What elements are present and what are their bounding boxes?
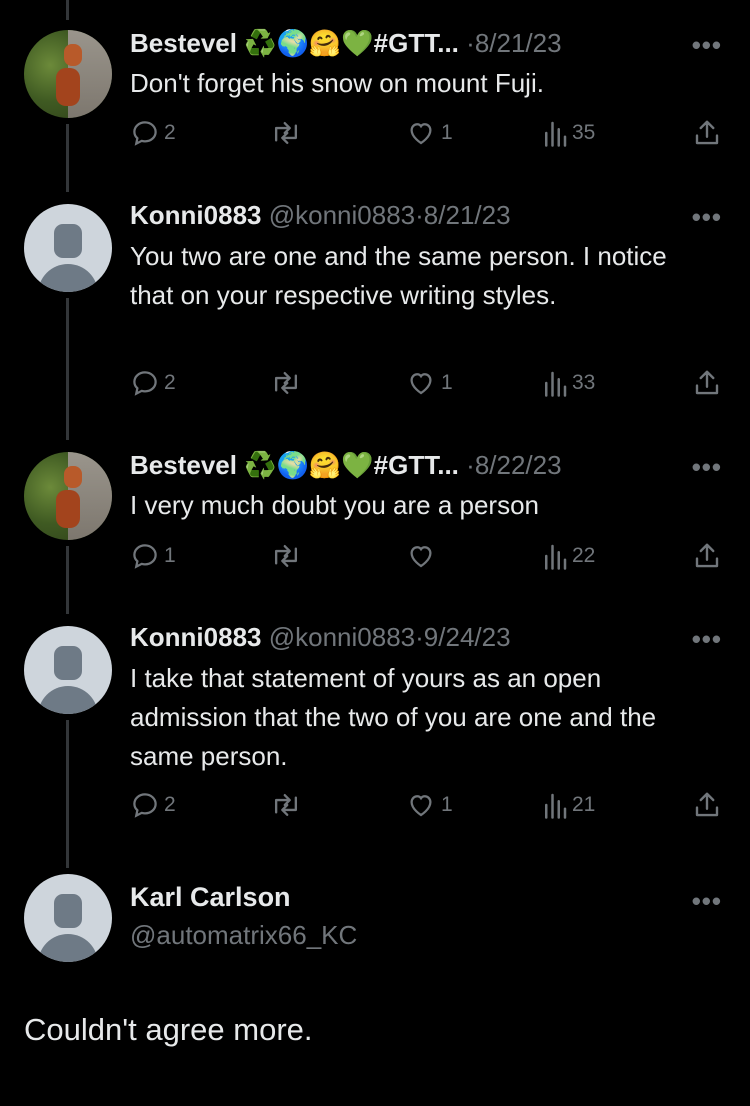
tweet-date[interactable]: 8/22/23 bbox=[475, 450, 562, 480]
views-icon bbox=[545, 544, 567, 570]
separator: · bbox=[466, 450, 475, 480]
retweet-button[interactable] bbox=[270, 118, 306, 148]
thread-line bbox=[66, 720, 69, 868]
views-count: 22 bbox=[572, 544, 596, 567]
thread-line bbox=[66, 298, 69, 440]
separator: · bbox=[466, 28, 475, 58]
author-name[interactable]: Bestevel ♻️🌍🤗💚#GTT... bbox=[130, 450, 459, 480]
retweet-button[interactable] bbox=[270, 541, 306, 571]
reply-count: 2 bbox=[164, 793, 176, 816]
like-button[interactable] bbox=[405, 541, 441, 571]
author-handle[interactable]: @automatrix66_KC bbox=[130, 920, 357, 951]
action-bar: 2 1 35 bbox=[130, 118, 730, 148]
views-button[interactable]: 35 bbox=[542, 118, 595, 148]
like-button[interactable]: 1 bbox=[405, 118, 453, 148]
views-icon bbox=[545, 793, 567, 819]
views-button[interactable]: 21 bbox=[542, 790, 595, 820]
views-count: 21 bbox=[572, 793, 596, 816]
share-icon bbox=[695, 792, 719, 817]
like-button[interactable]: 1 bbox=[405, 790, 453, 820]
retweet-button[interactable] bbox=[270, 790, 306, 820]
reply-icon bbox=[133, 544, 157, 569]
author-name[interactable]: Karl Carlson bbox=[130, 882, 291, 913]
action-bar: 2 1 33 bbox=[130, 368, 730, 398]
author-handle[interactable]: @konni0883 bbox=[269, 622, 415, 652]
heart-icon bbox=[410, 373, 432, 395]
tweet-text: Couldn't agree more. bbox=[24, 1012, 313, 1047]
tweet-date[interactable]: 8/21/23 bbox=[475, 28, 562, 58]
retweet-icon bbox=[274, 544, 298, 568]
share-icon bbox=[695, 370, 719, 395]
more-options-icon[interactable]: ••• bbox=[692, 886, 722, 917]
views-count: 35 bbox=[572, 121, 596, 144]
reply-button[interactable]: 2 bbox=[130, 368, 176, 398]
tweet-header: Konni0883 @konni0883·9/24/23 bbox=[130, 622, 511, 653]
tweet-header: Konni0883 @konni0883·8/21/23 bbox=[130, 200, 511, 231]
reply-count: 2 bbox=[164, 371, 176, 394]
like-button[interactable]: 1 bbox=[405, 368, 453, 398]
tweet-text: Don't forget his snow on mount Fuji. bbox=[130, 68, 544, 98]
reply-icon bbox=[133, 371, 157, 396]
retweet-icon bbox=[274, 121, 298, 145]
heart-icon bbox=[410, 546, 432, 568]
views-icon bbox=[545, 371, 567, 397]
share-button[interactable] bbox=[692, 118, 722, 148]
share-icon bbox=[695, 120, 719, 145]
like-count: 1 bbox=[441, 121, 453, 144]
tweet-date[interactable]: 9/24/23 bbox=[424, 622, 511, 652]
action-bar: 2 1 21 bbox=[130, 790, 730, 820]
views-button[interactable]: 33 bbox=[542, 368, 595, 398]
author-name[interactable]: Bestevel ♻️🌍🤗💚#GTT... bbox=[130, 28, 459, 58]
share-button[interactable] bbox=[692, 541, 722, 571]
author-handle[interactable]: @konni0883 bbox=[269, 200, 415, 230]
tweet-header: Bestevel ♻️🌍🤗💚#GTT... ·8/21/23 bbox=[130, 28, 562, 59]
retweet-icon bbox=[274, 371, 298, 395]
author-name[interactable]: Konni0883 bbox=[130, 200, 262, 230]
share-button[interactable] bbox=[692, 368, 722, 398]
avatar[interactable] bbox=[24, 452, 112, 540]
share-button[interactable] bbox=[692, 790, 722, 820]
thread-line bbox=[66, 124, 69, 192]
views-button[interactable]: 22 bbox=[542, 541, 595, 571]
views-icon bbox=[545, 121, 567, 147]
more-options-icon[interactable]: ••• bbox=[692, 452, 722, 483]
views-count: 33 bbox=[572, 371, 596, 394]
reply-button[interactable]: 2 bbox=[130, 790, 176, 820]
heart-icon bbox=[410, 123, 432, 145]
more-options-icon[interactable]: ••• bbox=[692, 202, 722, 233]
avatar[interactable] bbox=[24, 204, 112, 292]
retweet-button[interactable] bbox=[270, 368, 306, 398]
action-bar: 1 22 bbox=[130, 541, 730, 571]
author-name[interactable]: Konni0883 bbox=[130, 622, 262, 652]
reply-icon bbox=[133, 121, 157, 146]
tweet-date[interactable]: 8/21/23 bbox=[424, 200, 511, 230]
reply-count: 1 bbox=[164, 544, 176, 567]
reply-count: 2 bbox=[164, 121, 176, 144]
separator: · bbox=[415, 622, 424, 652]
thread-line bbox=[66, 0, 69, 20]
more-options-icon[interactable]: ••• bbox=[692, 30, 722, 61]
avatar[interactable] bbox=[24, 874, 112, 962]
thread-line bbox=[66, 546, 69, 614]
avatar[interactable] bbox=[24, 30, 112, 118]
like-count: 1 bbox=[441, 793, 453, 816]
reply-button[interactable]: 1 bbox=[130, 541, 176, 571]
retweet-icon bbox=[274, 793, 298, 817]
like-count: 1 bbox=[441, 371, 453, 394]
more-options-icon[interactable]: ••• bbox=[692, 624, 722, 655]
reply-icon bbox=[133, 793, 157, 818]
heart-icon bbox=[410, 795, 432, 817]
share-icon bbox=[695, 543, 719, 568]
tweet-text: I take that statement of yours as an ope… bbox=[130, 663, 657, 771]
avatar[interactable] bbox=[24, 626, 112, 714]
tweet-text: I very much doubt you are a person bbox=[130, 490, 540, 520]
tweet-header: Bestevel ♻️🌍🤗💚#GTT... ·8/22/23 bbox=[130, 450, 562, 481]
separator: · bbox=[415, 200, 424, 230]
reply-button[interactable]: 2 bbox=[130, 118, 176, 148]
tweet-text: You two are one and the same person. I n… bbox=[130, 241, 667, 310]
